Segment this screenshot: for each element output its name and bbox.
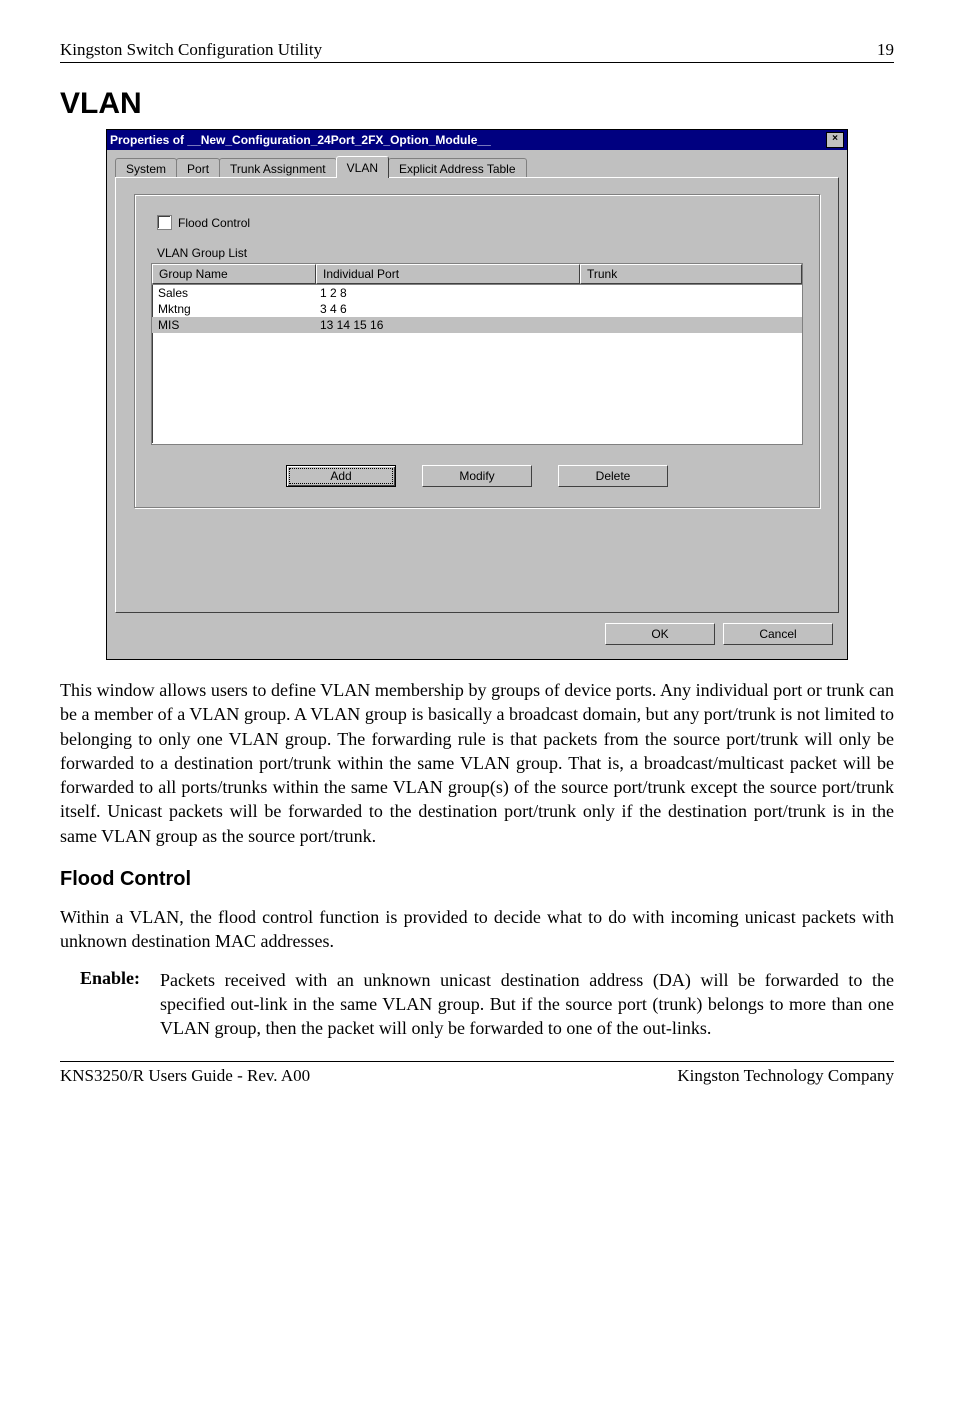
tab-pane-vlan: Flood Control VLAN Group List Group Name… (115, 177, 839, 613)
tab-strip: System Port Trunk Assignment VLAN Explic… (115, 156, 839, 178)
list-row[interactable]: Mktng 3 4 6 (152, 301, 802, 317)
cell-individual-port: 3 4 6 (314, 301, 576, 317)
modify-button[interactable]: Modify (422, 465, 532, 487)
delete-button[interactable]: Delete (558, 465, 668, 487)
flood-control-row: Flood Control (157, 215, 803, 230)
cancel-button[interactable]: Cancel (723, 623, 833, 645)
cell-group-name: MIS (152, 317, 314, 333)
dialog-title: Properties of __New_Configuration_24Port… (110, 133, 491, 147)
list-row[interactable]: Sales 1 2 8 (152, 285, 802, 301)
cell-trunk (576, 285, 802, 301)
page-footer: KNS3250/R Users Guide - Rev. A00 Kingsto… (60, 1061, 894, 1086)
flood-control-intro: Within a VLAN, the flood control functio… (60, 905, 894, 954)
footer-left: KNS3250/R Users Guide - Rev. A00 (60, 1066, 310, 1086)
dialog-footer: OK Cancel (115, 613, 839, 649)
flood-control-checkbox[interactable] (157, 215, 172, 230)
listview-header: Group Name Individual Port Trunk (152, 264, 802, 285)
close-icon[interactable]: × (826, 132, 844, 148)
page-header: Kingston Switch Configuration Utility 19 (60, 40, 894, 63)
main-paragraph: This window allows users to define VLAN … (60, 678, 894, 848)
vlan-group-listview[interactable]: Group Name Individual Port Trunk Sales 1… (151, 263, 803, 445)
cell-group-name: Sales (152, 285, 314, 301)
tab-trunk-assignment[interactable]: Trunk Assignment (219, 158, 337, 179)
tab-explicit-address-table[interactable]: Explicit Address Table (388, 158, 527, 179)
column-trunk[interactable]: Trunk (580, 264, 802, 284)
enable-definition: Enable: Packets received with an unknown… (80, 968, 894, 1041)
header-title: Kingston Switch Configuration Utility (60, 40, 322, 60)
tab-vlan[interactable]: VLAN (336, 156, 389, 178)
vlan-group-list-label: VLAN Group List (157, 246, 803, 260)
enable-term: Enable: (80, 968, 160, 1041)
flood-control-label: Flood Control (178, 216, 250, 230)
column-individual-port[interactable]: Individual Port (316, 264, 580, 284)
list-row[interactable]: MIS 13 14 15 16 (152, 317, 802, 333)
cell-group-name: Mktng (152, 301, 314, 317)
cell-trunk (576, 317, 802, 333)
tab-port[interactable]: Port (176, 158, 220, 179)
enable-text: Packets received with an unknown unicast… (160, 968, 894, 1041)
ok-button[interactable]: OK (605, 623, 715, 645)
footer-right: Kingston Technology Company (677, 1066, 894, 1086)
column-group-name[interactable]: Group Name (152, 264, 316, 284)
cell-individual-port: 13 14 15 16 (314, 317, 576, 333)
add-button[interactable]: Add (286, 465, 396, 487)
flood-control-heading: Flood Control (60, 868, 894, 891)
titlebar[interactable]: Properties of __New_Configuration_24Port… (107, 130, 847, 150)
tab-system[interactable]: System (115, 158, 177, 179)
section-heading: VLAN (60, 87, 894, 121)
page-number: 19 (877, 40, 894, 60)
cell-trunk (576, 301, 802, 317)
vlan-button-row: Add Modify Delete (151, 465, 803, 487)
properties-dialog: Properties of __New_Configuration_24Port… (106, 129, 848, 660)
cell-individual-port: 1 2 8 (314, 285, 576, 301)
vlan-groupbox: Flood Control VLAN Group List Group Name… (134, 194, 820, 508)
